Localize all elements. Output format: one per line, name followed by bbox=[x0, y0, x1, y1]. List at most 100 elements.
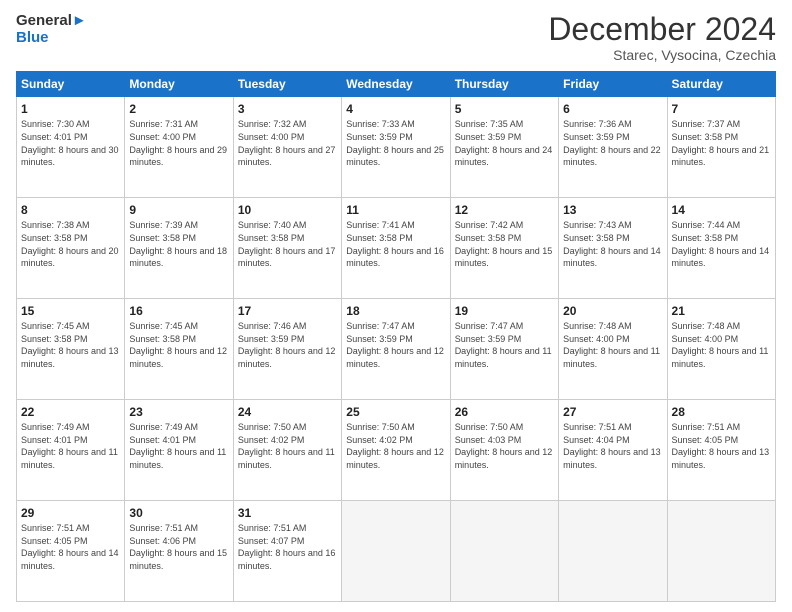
month-title: December 2024 bbox=[548, 12, 776, 47]
day-number: 23 bbox=[129, 404, 228, 420]
day-info: Sunrise: 7:50 AMSunset: 4:02 PMDaylight:… bbox=[238, 421, 337, 471]
day-info: Sunrise: 7:50 AMSunset: 4:02 PMDaylight:… bbox=[346, 421, 445, 471]
page: General► Blue December 2024 Starec, Vyso… bbox=[0, 0, 792, 612]
day-info: Sunrise: 7:51 AMSunset: 4:05 PMDaylight:… bbox=[21, 522, 120, 572]
day-number: 29 bbox=[21, 505, 120, 521]
table-row: 1 Sunrise: 7:30 AMSunset: 4:01 PMDayligh… bbox=[17, 97, 125, 198]
table-row: 4 Sunrise: 7:33 AMSunset: 3:59 PMDayligh… bbox=[342, 97, 450, 198]
table-row: 14 Sunrise: 7:44 AMSunset: 3:58 PMDaylig… bbox=[667, 198, 775, 299]
day-number: 17 bbox=[238, 303, 337, 319]
table-row: 28 Sunrise: 7:51 AMSunset: 4:05 PMDaylig… bbox=[667, 400, 775, 501]
table-row: 18 Sunrise: 7:47 AMSunset: 3:59 PMDaylig… bbox=[342, 299, 450, 400]
day-info: Sunrise: 7:43 AMSunset: 3:58 PMDaylight:… bbox=[563, 219, 662, 269]
day-number: 27 bbox=[563, 404, 662, 420]
day-number: 5 bbox=[455, 101, 554, 117]
day-info: Sunrise: 7:42 AMSunset: 3:58 PMDaylight:… bbox=[455, 219, 554, 269]
table-row: 15 Sunrise: 7:45 AMSunset: 3:58 PMDaylig… bbox=[17, 299, 125, 400]
day-info: Sunrise: 7:48 AMSunset: 4:00 PMDaylight:… bbox=[672, 320, 771, 370]
day-info: Sunrise: 7:36 AMSunset: 3:59 PMDaylight:… bbox=[563, 118, 662, 168]
day-info: Sunrise: 7:35 AMSunset: 3:59 PMDaylight:… bbox=[455, 118, 554, 168]
day-info: Sunrise: 7:40 AMSunset: 3:58 PMDaylight:… bbox=[238, 219, 337, 269]
day-number: 7 bbox=[672, 101, 771, 117]
day-info: Sunrise: 7:49 AMSunset: 4:01 PMDaylight:… bbox=[129, 421, 228, 471]
day-number: 31 bbox=[238, 505, 337, 521]
col-friday: Friday bbox=[559, 72, 667, 97]
day-info: Sunrise: 7:47 AMSunset: 3:59 PMDaylight:… bbox=[346, 320, 445, 370]
day-number: 6 bbox=[563, 101, 662, 117]
col-thursday: Thursday bbox=[450, 72, 558, 97]
calendar-week-row: 8 Sunrise: 7:38 AMSunset: 3:58 PMDayligh… bbox=[17, 198, 776, 299]
day-info: Sunrise: 7:45 AMSunset: 3:58 PMDaylight:… bbox=[129, 320, 228, 370]
header: General► Blue December 2024 Starec, Vyso… bbox=[16, 12, 776, 63]
day-info: Sunrise: 7:50 AMSunset: 4:03 PMDaylight:… bbox=[455, 421, 554, 471]
table-row bbox=[450, 501, 558, 602]
col-wednesday: Wednesday bbox=[342, 72, 450, 97]
table-row: 16 Sunrise: 7:45 AMSunset: 3:58 PMDaylig… bbox=[125, 299, 233, 400]
day-info: Sunrise: 7:51 AMSunset: 4:04 PMDaylight:… bbox=[563, 421, 662, 471]
calendar-week-row: 15 Sunrise: 7:45 AMSunset: 3:58 PMDaylig… bbox=[17, 299, 776, 400]
day-number: 25 bbox=[346, 404, 445, 420]
table-row: 31 Sunrise: 7:51 AMSunset: 4:07 PMDaylig… bbox=[233, 501, 341, 602]
table-row: 30 Sunrise: 7:51 AMSunset: 4:06 PMDaylig… bbox=[125, 501, 233, 602]
table-row: 20 Sunrise: 7:48 AMSunset: 4:00 PMDaylig… bbox=[559, 299, 667, 400]
day-number: 19 bbox=[455, 303, 554, 319]
day-number: 21 bbox=[672, 303, 771, 319]
logo: General► Blue bbox=[16, 12, 87, 47]
title-block: December 2024 Starec, Vysocina, Czechia bbox=[548, 12, 776, 63]
day-number: 18 bbox=[346, 303, 445, 319]
day-number: 2 bbox=[129, 101, 228, 117]
day-number: 10 bbox=[238, 202, 337, 218]
day-number: 11 bbox=[346, 202, 445, 218]
table-row: 8 Sunrise: 7:38 AMSunset: 3:58 PMDayligh… bbox=[17, 198, 125, 299]
table-row: 26 Sunrise: 7:50 AMSunset: 4:03 PMDaylig… bbox=[450, 400, 558, 501]
calendar-week-row: 29 Sunrise: 7:51 AMSunset: 4:05 PMDaylig… bbox=[17, 501, 776, 602]
day-info: Sunrise: 7:48 AMSunset: 4:00 PMDaylight:… bbox=[563, 320, 662, 370]
day-number: 16 bbox=[129, 303, 228, 319]
day-info: Sunrise: 7:37 AMSunset: 3:58 PMDaylight:… bbox=[672, 118, 771, 168]
table-row bbox=[559, 501, 667, 602]
table-row: 22 Sunrise: 7:49 AMSunset: 4:01 PMDaylig… bbox=[17, 400, 125, 501]
day-number: 22 bbox=[21, 404, 120, 420]
table-row: 6 Sunrise: 7:36 AMSunset: 3:59 PMDayligh… bbox=[559, 97, 667, 198]
day-info: Sunrise: 7:33 AMSunset: 3:59 PMDaylight:… bbox=[346, 118, 445, 168]
day-number: 28 bbox=[672, 404, 771, 420]
day-info: Sunrise: 7:30 AMSunset: 4:01 PMDaylight:… bbox=[21, 118, 120, 168]
day-number: 24 bbox=[238, 404, 337, 420]
col-saturday: Saturday bbox=[667, 72, 775, 97]
day-number: 3 bbox=[238, 101, 337, 117]
day-number: 20 bbox=[563, 303, 662, 319]
location-subtitle: Starec, Vysocina, Czechia bbox=[548, 47, 776, 63]
calendar-table: Sunday Monday Tuesday Wednesday Thursday… bbox=[16, 71, 776, 602]
day-info: Sunrise: 7:39 AMSunset: 3:58 PMDaylight:… bbox=[129, 219, 228, 269]
day-info: Sunrise: 7:51 AMSunset: 4:05 PMDaylight:… bbox=[672, 421, 771, 471]
day-number: 30 bbox=[129, 505, 228, 521]
day-info: Sunrise: 7:46 AMSunset: 3:59 PMDaylight:… bbox=[238, 320, 337, 370]
calendar-week-row: 22 Sunrise: 7:49 AMSunset: 4:01 PMDaylig… bbox=[17, 400, 776, 501]
day-info: Sunrise: 7:32 AMSunset: 4:00 PMDaylight:… bbox=[238, 118, 337, 168]
day-info: Sunrise: 7:51 AMSunset: 4:06 PMDaylight:… bbox=[129, 522, 228, 572]
day-info: Sunrise: 7:44 AMSunset: 3:58 PMDaylight:… bbox=[672, 219, 771, 269]
logo-wordmark: General► Blue bbox=[16, 12, 87, 47]
day-number: 8 bbox=[21, 202, 120, 218]
col-sunday: Sunday bbox=[17, 72, 125, 97]
table-row: 24 Sunrise: 7:50 AMSunset: 4:02 PMDaylig… bbox=[233, 400, 341, 501]
day-info: Sunrise: 7:51 AMSunset: 4:07 PMDaylight:… bbox=[238, 522, 337, 572]
table-row bbox=[667, 501, 775, 602]
day-info: Sunrise: 7:47 AMSunset: 3:59 PMDaylight:… bbox=[455, 320, 554, 370]
table-row: 13 Sunrise: 7:43 AMSunset: 3:58 PMDaylig… bbox=[559, 198, 667, 299]
day-number: 13 bbox=[563, 202, 662, 218]
day-number: 1 bbox=[21, 101, 120, 117]
table-row: 2 Sunrise: 7:31 AMSunset: 4:00 PMDayligh… bbox=[125, 97, 233, 198]
table-row: 12 Sunrise: 7:42 AMSunset: 3:58 PMDaylig… bbox=[450, 198, 558, 299]
day-info: Sunrise: 7:31 AMSunset: 4:00 PMDaylight:… bbox=[129, 118, 228, 168]
col-monday: Monday bbox=[125, 72, 233, 97]
table-row: 5 Sunrise: 7:35 AMSunset: 3:59 PMDayligh… bbox=[450, 97, 558, 198]
table-row: 23 Sunrise: 7:49 AMSunset: 4:01 PMDaylig… bbox=[125, 400, 233, 501]
day-info: Sunrise: 7:38 AMSunset: 3:58 PMDaylight:… bbox=[21, 219, 120, 269]
table-row: 9 Sunrise: 7:39 AMSunset: 3:58 PMDayligh… bbox=[125, 198, 233, 299]
table-row: 17 Sunrise: 7:46 AMSunset: 3:59 PMDaylig… bbox=[233, 299, 341, 400]
table-row: 25 Sunrise: 7:50 AMSunset: 4:02 PMDaylig… bbox=[342, 400, 450, 501]
table-row: 7 Sunrise: 7:37 AMSunset: 3:58 PMDayligh… bbox=[667, 97, 775, 198]
table-row: 27 Sunrise: 7:51 AMSunset: 4:04 PMDaylig… bbox=[559, 400, 667, 501]
day-number: 9 bbox=[129, 202, 228, 218]
